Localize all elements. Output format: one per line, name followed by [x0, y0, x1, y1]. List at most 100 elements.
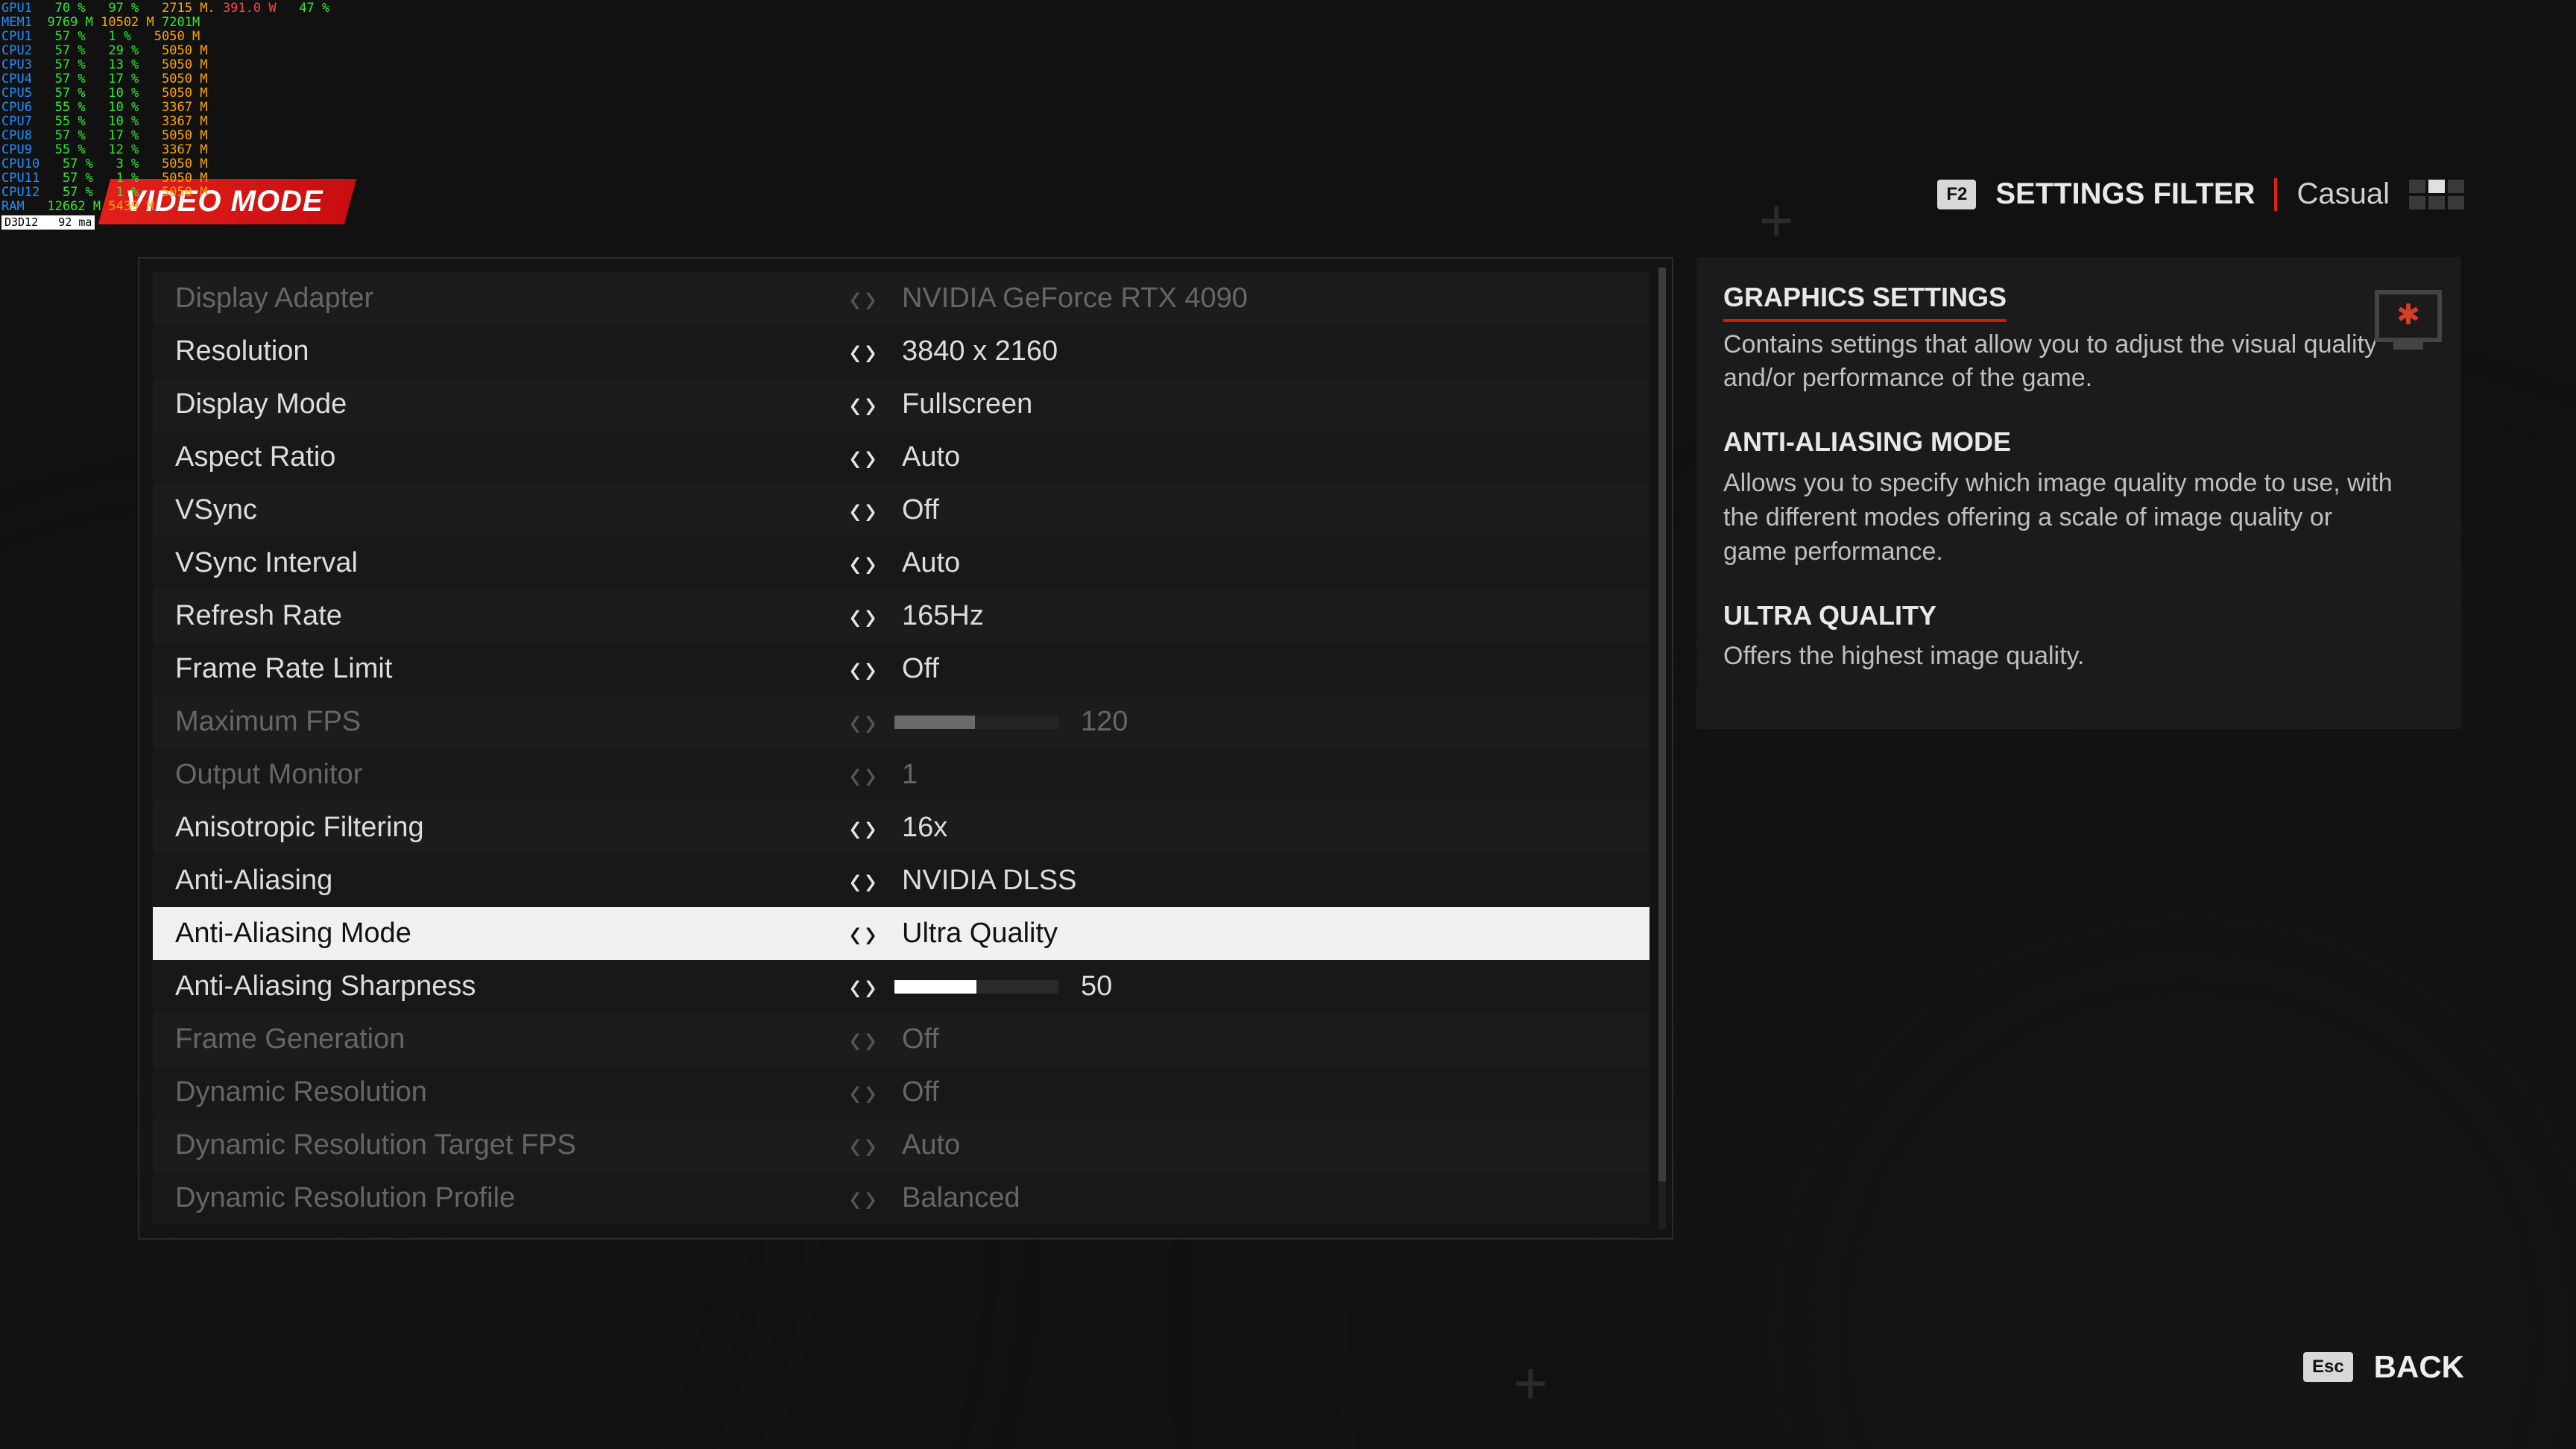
bg-plus-icon: + [1759, 186, 1794, 255]
setting-value: NVIDIA GeForce RTX 4090 [894, 282, 1248, 315]
setting-row[interactable]: Anisotropic Filtering‹›16x [153, 801, 1650, 854]
setting-label: Maximum FPS [175, 706, 850, 738]
value-arrows[interactable]: ‹› [850, 812, 894, 845]
setting-label: Display Adapter [175, 282, 850, 315]
setting-row[interactable]: Anti-Aliasing Sharpness‹›50 [153, 960, 1650, 1013]
setting-label: Anti-Aliasing Mode [175, 918, 850, 950]
setting-value: Off [894, 653, 939, 685]
chevron-left-icon: ‹ [850, 436, 861, 479]
chevron-left-icon: ‹ [850, 754, 861, 796]
setting-row: Dynamic Resolution‹›Off [153, 1066, 1650, 1119]
setting-label: Anti-Aliasing Sharpness [175, 970, 850, 1003]
value-arrows[interactable]: ‹› [850, 865, 894, 897]
setting-row[interactable]: Frame Rate Limit‹›Off [153, 643, 1650, 695]
setting-label: Dynamic Resolution Profile [175, 1182, 850, 1214]
chevron-right-icon: › [865, 595, 877, 637]
value-arrows[interactable]: ‹› [850, 388, 894, 421]
setting-value: Fullscreen [894, 388, 1032, 420]
value-arrows: ‹› [850, 1023, 894, 1056]
description-panel: ✱ GRAPHICS SETTINGS Contains settings th… [1696, 257, 2461, 729]
slider-value: 120 [1081, 706, 1128, 738]
setting-value: NVIDIA DLSS [894, 865, 1076, 897]
chevron-right-icon: › [865, 1177, 877, 1219]
setting-label: Output Monitor [175, 759, 850, 791]
value-arrows[interactable]: ‹› [850, 970, 894, 1003]
settings-filter-control[interactable]: F2 SETTINGS FILTER Casual [1937, 177, 2464, 211]
chevron-left-icon: ‹ [850, 859, 861, 902]
setting-row: Frame Generation‹›Off [153, 1013, 1650, 1066]
value-arrows: ‹› [850, 1129, 894, 1162]
chevron-left-icon: ‹ [850, 542, 861, 584]
slider[interactable]: 50 [894, 970, 1112, 1003]
value-arrows: ‹› [850, 282, 894, 315]
settings-filter-label: SETTINGS FILTER [1995, 177, 2255, 211]
scrollbar-track[interactable] [1658, 268, 1666, 1229]
value-arrows[interactable]: ‹› [850, 653, 894, 686]
setting-row[interactable]: Resolution‹›3840 x 2160 [153, 325, 1650, 378]
value-arrows: ‹› [850, 706, 894, 739]
chevron-right-icon: › [865, 330, 877, 373]
value-arrows[interactable]: ‹› [850, 918, 894, 950]
setting-row[interactable]: Refresh Rate‹›165Hz [153, 590, 1650, 643]
value-arrows: ‹› [850, 1182, 894, 1215]
value-arrows[interactable]: ‹› [850, 441, 894, 474]
chevron-left-icon: ‹ [850, 701, 861, 743]
value-arrows[interactable]: ‹› [850, 600, 894, 633]
setting-label: Frame Rate Limit [175, 653, 850, 685]
setting-value: Off [894, 494, 939, 526]
back-button[interactable]: Esc BACK [2303, 1349, 2464, 1385]
setting-row: Dynamic Resolution Target FPS‹›Auto [153, 1119, 1650, 1172]
setting-value: Auto [894, 547, 960, 579]
setting-value: Off [894, 1076, 939, 1108]
setting-row[interactable]: Display Mode‹›Fullscreen [153, 378, 1650, 431]
value-arrows[interactable]: ‹› [850, 547, 894, 580]
divider-icon [2274, 178, 2277, 211]
setting-row[interactable]: VSync Interval‹›Auto [153, 537, 1650, 590]
setting-label: VSync Interval [175, 547, 850, 579]
setting-row[interactable]: VSync‹›Off [153, 484, 1650, 537]
setting-value: Balanced [894, 1182, 1020, 1214]
chevron-right-icon: › [865, 965, 877, 1008]
chevron-right-icon: › [865, 806, 877, 849]
chevron-right-icon: › [865, 912, 877, 955]
keycap-esc: Esc [2303, 1352, 2353, 1382]
setting-row[interactable]: Anti-Aliasing‹›NVIDIA DLSS [153, 854, 1650, 907]
setting-row: Output Monitor‹› 1 [153, 748, 1650, 801]
settings-filter-value: Casual [2296, 177, 2390, 211]
chevron-left-icon: ‹ [850, 277, 861, 320]
setting-value: Auto [894, 441, 960, 473]
setting-label: Refresh Rate [175, 600, 850, 632]
back-label: BACK [2374, 1349, 2464, 1385]
page-title-badge: VIDEO MODE [98, 179, 356, 224]
chevron-right-icon: › [865, 436, 877, 479]
scrollbar-thumb[interactable] [1658, 268, 1666, 1181]
setting-label: Dynamic Resolution [175, 1076, 850, 1108]
monitor-icon: ✱ [2375, 290, 2442, 342]
setting-row: Maximum FPS‹› 120 [153, 695, 1650, 748]
keycap-f2: F2 [1937, 180, 1976, 209]
chevron-left-icon: ‹ [850, 1124, 861, 1167]
chevron-left-icon: ‹ [850, 595, 861, 637]
desc-text-1: Contains settings that allow you to adju… [1723, 328, 2396, 397]
setting-row: Display Adapter‹›NVIDIA GeForce RTX 4090 [153, 272, 1650, 325]
chevron-right-icon: › [865, 648, 877, 690]
setting-label: VSync [175, 494, 850, 526]
setting-row: Dynamic Resolution Profile‹›Balanced [153, 1172, 1650, 1225]
chevron-right-icon: › [865, 754, 877, 796]
chevron-right-icon: › [865, 701, 877, 743]
chevron-left-icon: ‹ [850, 1177, 861, 1219]
setting-value: Auto [894, 1129, 960, 1161]
setting-row[interactable]: Anti-Aliasing Mode‹›Ultra Quality [153, 907, 1650, 960]
page-title: VIDEO MODE [125, 185, 323, 218]
setting-label: Display Mode [175, 388, 850, 420]
setting-value: 1 [894, 759, 918, 791]
chevron-left-icon: ‹ [850, 965, 861, 1008]
value-arrows[interactable]: ‹› [850, 335, 894, 368]
setting-value: Off [894, 1023, 939, 1055]
value-arrows[interactable]: ‹› [850, 494, 894, 527]
setting-row[interactable]: Aspect Ratio‹›Auto [153, 431, 1650, 484]
setting-value: 16x [894, 812, 947, 844]
setting-label: Dynamic Resolution Target FPS [175, 1129, 850, 1161]
setting-label: Resolution [175, 335, 850, 367]
grid-toggle-icon[interactable] [2409, 180, 2464, 209]
